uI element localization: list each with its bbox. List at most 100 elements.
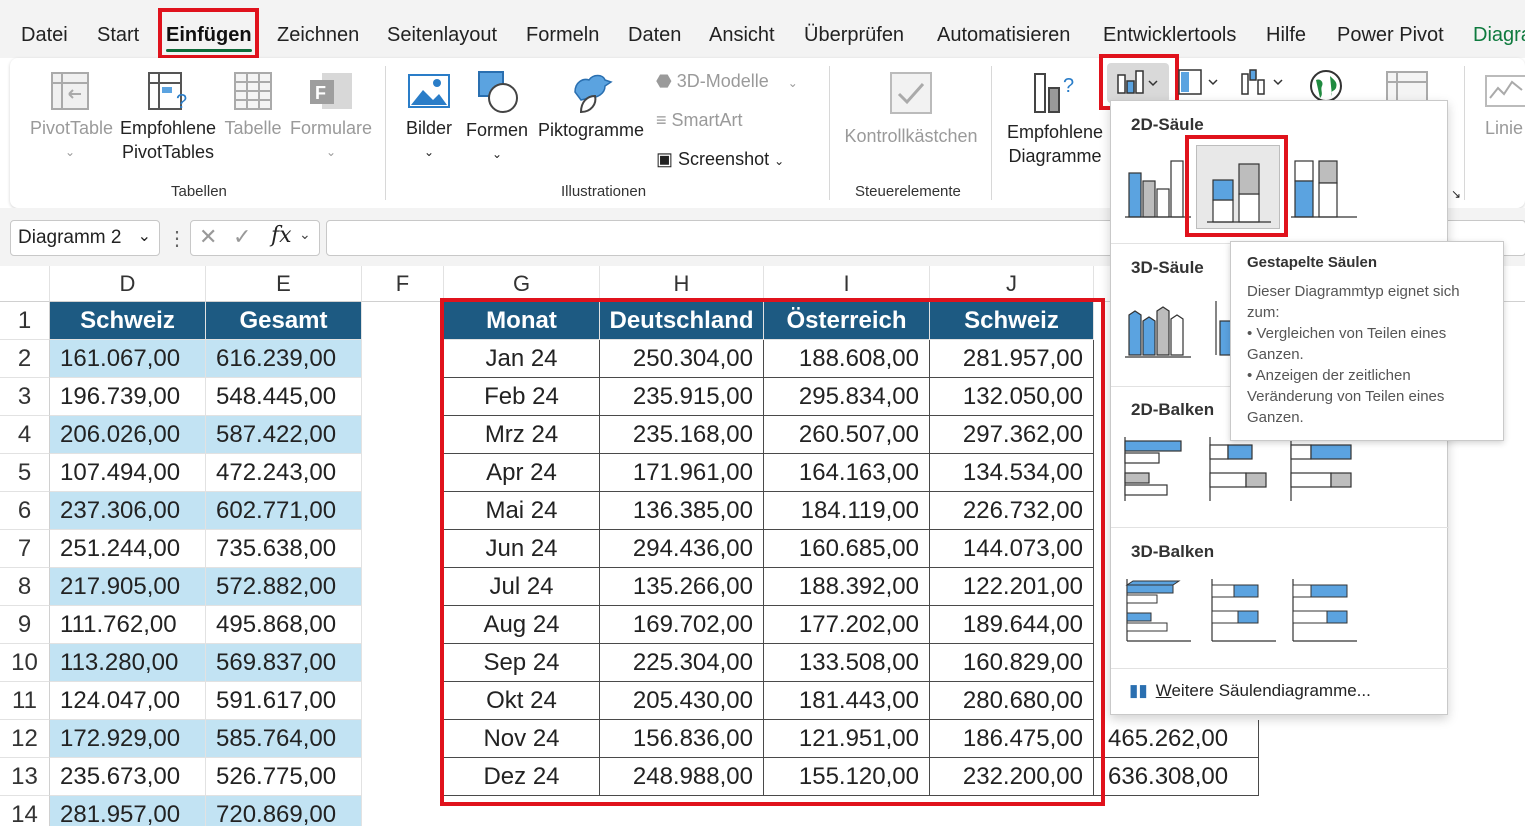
table-cell[interactable]: 122.201,00 — [930, 568, 1094, 606]
table-cell[interactable]: Jul 24 — [444, 568, 600, 606]
table-cell[interactable]: 465.262,00 — [1094, 720, 1259, 758]
formulare-button[interactable]: F Formulare ⌄ — [289, 70, 373, 164]
row-header[interactable]: 7 — [0, 530, 50, 568]
map-chart-button[interactable] — [1308, 68, 1344, 104]
kontrollkaestchen-button[interactable]: Kontrollkästchen — [843, 70, 979, 148]
tabelle-button[interactable]: Tabelle — [224, 70, 282, 140]
row-header[interactable]: 9 — [0, 606, 50, 644]
pivottable-button[interactable]: PivotTable ⌄ — [30, 70, 113, 164]
3d-clustered-column-icon[interactable] — [1121, 291, 1193, 363]
row-header[interactable]: 6 — [0, 492, 50, 530]
3d-stacked-100-bar-icon[interactable] — [1287, 575, 1359, 647]
row-header[interactable]: 5 — [0, 454, 50, 492]
table-cell[interactable]: 160.685,00 — [764, 530, 930, 568]
stacked-column-option[interactable] — [1196, 145, 1280, 229]
table-cell[interactable]: 171.961,00 — [600, 454, 764, 492]
row-header[interactable]: 1 — [0, 302, 50, 340]
name-box[interactable]: Diagramm 2 ⌄ — [10, 220, 160, 256]
tab-entwicklertools[interactable]: Entwicklertools — [1103, 24, 1236, 47]
row-header[interactable]: 4 — [0, 416, 50, 454]
tab-daten[interactable]: Daten — [628, 24, 681, 47]
table-cell[interactable]: 144.073,00 — [930, 530, 1094, 568]
table-header-cell[interactable]: Schweiz — [930, 302, 1094, 340]
column-header-i[interactable]: I — [764, 266, 930, 302]
table-cell[interactable]: 160.829,00 — [930, 644, 1094, 682]
table-cell[interactable]: 189.644,00 — [930, 606, 1094, 644]
table-cell[interactable]: 136.385,00 — [600, 492, 764, 530]
chevron-down-icon[interactable]: ⌄ — [138, 226, 151, 246]
empfohlene-pivottables-button[interactable]: ? Empfohlene PivotTables — [118, 70, 218, 164]
column-chart-dropdown-button[interactable] — [1107, 63, 1169, 103]
table-cell[interactable]: 735.638,00 — [206, 530, 362, 568]
tab-ansicht[interactable]: Ansicht — [709, 24, 775, 47]
tab-diagramm[interactable]: Diagra — [1473, 24, 1525, 47]
table-cell[interactable]: 205.430,00 — [600, 682, 764, 720]
stacked-100-bar-icon[interactable] — [1287, 433, 1359, 505]
table-cell[interactable]: 569.837,00 — [206, 644, 362, 682]
table-cell[interactable]: Apr 24 — [444, 454, 600, 492]
tab-start[interactable]: Start — [97, 24, 139, 47]
table-cell[interactable]: Mrz 24 — [444, 416, 600, 454]
tab-datei[interactable]: Datei — [21, 24, 68, 47]
table-cell[interactable]: 297.362,00 — [930, 416, 1094, 454]
more-column-charts-link[interactable]: ▮▮ Weitere Säulendiagramme... — [1129, 681, 1371, 701]
chevron-down-icon[interactable]: ⌄ — [299, 226, 311, 243]
tab-hilfe[interactable]: Hilfe — [1266, 24, 1306, 47]
table-cell[interactable]: 248.988,00 — [600, 758, 764, 796]
table-cell[interactable]: 250.304,00 — [600, 340, 764, 378]
row-header[interactable]: 14 — [0, 796, 50, 826]
table-cell[interactable]: 188.392,00 — [764, 568, 930, 606]
column-header-h[interactable]: H — [600, 266, 764, 302]
stacked-100-column-icon[interactable] — [1287, 151, 1359, 223]
table-cell[interactable]: 181.443,00 — [764, 682, 930, 720]
fx-icon[interactable]: fx — [271, 223, 292, 248]
table-cell[interactable]: Okt 24 — [444, 682, 600, 720]
table-cell[interactable]: Feb 24 — [444, 378, 600, 416]
tab-zeichnen[interactable]: Zeichnen — [277, 24, 359, 47]
piktogramme-button[interactable]: Piktogramme — [536, 70, 646, 142]
tab-ueberpruefen[interactable]: Überprüfen — [804, 24, 904, 47]
table-cell[interactable]: 280.680,00 — [930, 682, 1094, 720]
table-cell[interactable]: 572.882,00 — [206, 568, 362, 606]
clustered-bar-icon[interactable] — [1121, 433, 1193, 505]
linie-sparkline-button[interactable]: Linie — [1480, 70, 1525, 140]
table-cell[interactable]: 587.422,00 — [206, 416, 362, 454]
table-cell[interactable]: Sep 24 — [444, 644, 600, 682]
3d-clustered-bar-icon[interactable] — [1121, 575, 1193, 647]
table-cell[interactable]: 111.762,00 — [50, 606, 206, 644]
table-cell[interactable]: 155.120,00 — [764, 758, 930, 796]
table-header-cell[interactable]: Monat — [444, 302, 600, 340]
clustered-column-icon[interactable] — [1121, 151, 1193, 223]
table-cell[interactable]: 134.534,00 — [930, 454, 1094, 492]
table-header-cell[interactable]: Schweiz — [50, 302, 206, 340]
table-cell[interactable]: 172.929,00 — [50, 720, 206, 758]
table-cell[interactable]: 585.764,00 — [206, 720, 362, 758]
tab-automatisieren[interactable]: Automatisieren — [937, 24, 1070, 47]
table-header-cell[interactable]: Gesamt — [206, 302, 362, 340]
hierarchy-chart-button[interactable] — [1177, 66, 1223, 100]
row-header[interactable]: 13 — [0, 758, 50, 796]
table-cell[interactable]: 602.771,00 — [206, 492, 362, 530]
table-cell[interactable]: Jun 24 — [444, 530, 600, 568]
table-cell[interactable]: 156.836,00 — [600, 720, 764, 758]
table-cell[interactable]: 720.869,00 — [206, 796, 362, 826]
column-header-d[interactable]: D — [50, 266, 206, 302]
table-header-cell[interactable]: Deutschland — [600, 302, 764, 340]
table-cell[interactable]: 260.507,00 — [764, 416, 930, 454]
table-cell[interactable]: 225.304,00 — [600, 644, 764, 682]
table-cell[interactable]: 616.239,00 — [206, 340, 362, 378]
table-cell[interactable]: 133.508,00 — [764, 644, 930, 682]
table-cell[interactable]: 135.266,00 — [600, 568, 764, 606]
tab-seitenlayout[interactable]: Seitenlayout — [387, 24, 497, 47]
table-cell[interactable]: 591.617,00 — [206, 682, 362, 720]
tab-einfuegen[interactable]: Einfügen — [166, 24, 252, 52]
row-header[interactable]: 3 — [0, 378, 50, 416]
3d-modelle-button[interactable]: ⬣ 3D-Modelle ⌄ — [656, 71, 798, 92]
table-cell[interactable]: 186.475,00 — [930, 720, 1094, 758]
column-header-e[interactable]: E — [206, 266, 362, 302]
select-all-corner[interactable] — [0, 266, 50, 302]
screenshot-button[interactable]: ▣ Screenshot ⌄ — [656, 149, 784, 170]
tab-power-pivot[interactable]: Power Pivot — [1337, 24, 1444, 47]
table-cell[interactable]: 281.957,00 — [50, 796, 206, 826]
table-cell[interactable]: 113.280,00 — [50, 644, 206, 682]
